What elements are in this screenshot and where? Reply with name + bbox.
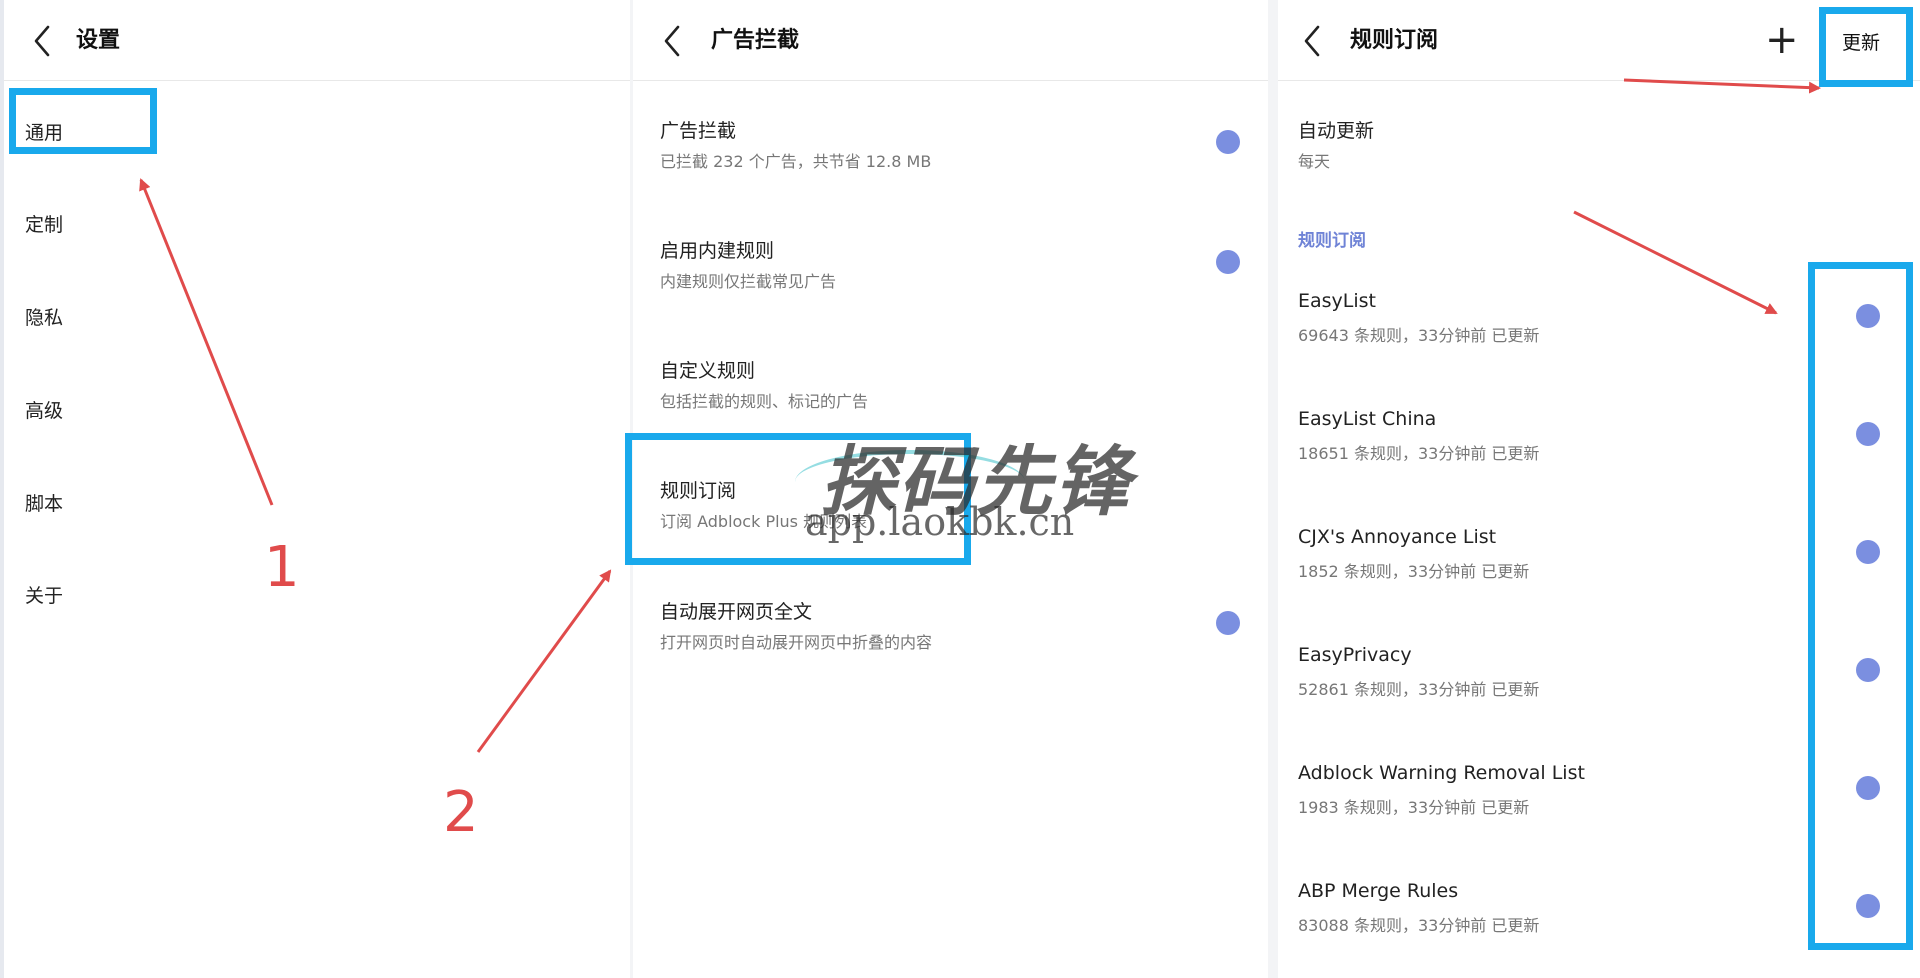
back-icon[interactable] xyxy=(660,24,684,58)
setting-title: 自动更新 xyxy=(1298,120,1375,142)
setting-row-adblock[interactable]: 广告拦截 已拦截 232 个广告，共节省 12.8 MB xyxy=(633,100,1268,210)
nav-item-scripts[interactable]: 脚本 xyxy=(25,489,63,516)
subscription-info: 18651 条规则，33分钟前 已更新 xyxy=(1298,444,1540,463)
auto-update-row[interactable]: 自动更新 每天 xyxy=(1278,100,1920,180)
setting-title: 自动展开网页全文 xyxy=(660,601,813,623)
section-label: 规则订阅 xyxy=(1298,231,1366,251)
subscription-info: 83088 条规则，33分钟前 已更新 xyxy=(1298,916,1540,935)
nav-item-privacy[interactable]: 隐私 xyxy=(25,303,63,330)
subscription-info: 52861 条规则，33分钟前 已更新 xyxy=(1298,680,1540,699)
setting-title: 启用内建规则 xyxy=(660,240,775,262)
toggle-switch[interactable] xyxy=(1216,130,1240,154)
setting-title: 广告拦截 xyxy=(660,120,737,142)
adblock-header: 广告拦截 xyxy=(633,0,1268,81)
nav-item-about[interactable]: 关于 xyxy=(25,581,63,608)
page-title: 规则订阅 xyxy=(1350,28,1439,53)
subscription-name: EasyList China xyxy=(1298,408,1437,430)
step-number-1: 1 xyxy=(264,535,300,600)
settings-header: 设置 xyxy=(4,0,633,81)
setting-value: 每天 xyxy=(1298,152,1331,171)
watermark-url: app.laokbk.cn xyxy=(805,500,1075,544)
panel-divider xyxy=(1268,0,1278,978)
setting-subtitle: 已拦截 232 个广告，共节省 12.8 MB xyxy=(660,152,932,171)
toggle-switch[interactable] xyxy=(1216,250,1240,274)
subscription-name: EasyPrivacy xyxy=(1298,644,1412,666)
setting-subtitle: 打开网页时自动展开网页中折叠的内容 xyxy=(660,633,933,652)
subscription-info: 69643 条规则，33分钟前 已更新 xyxy=(1298,326,1540,345)
nav-item-advanced[interactable]: 高级 xyxy=(25,396,63,423)
toggle-switch[interactable] xyxy=(1216,611,1240,635)
page-title: 广告拦截 xyxy=(711,28,800,53)
highlight-box-update xyxy=(1819,7,1913,87)
setting-title: 自定义规则 xyxy=(660,360,756,382)
plus-icon[interactable]: + xyxy=(1765,20,1799,60)
subscription-info: 1983 条规则，33分钟前 已更新 xyxy=(1298,798,1530,817)
setting-row-builtin-rules[interactable]: 启用内建规则 内建规则仅拦截常见广告 xyxy=(633,220,1268,330)
back-icon[interactable] xyxy=(1300,24,1324,58)
subscription-info: 1852 条规则，33分钟前 已更新 xyxy=(1298,562,1530,581)
page-title: 设置 xyxy=(76,28,121,53)
subscription-name: Adblock Warning Removal List xyxy=(1298,762,1585,784)
subscription-name: ABP Merge Rules xyxy=(1298,880,1459,902)
setting-subtitle: 内建规则仅拦截常见广告 xyxy=(660,272,837,291)
setting-subtitle: 包括拦截的规则、标记的广告 xyxy=(660,392,869,411)
back-icon[interactable] xyxy=(30,24,54,58)
highlight-box-toggles xyxy=(1808,262,1913,950)
step-number-2: 2 xyxy=(443,780,479,845)
setting-row-auto-expand[interactable]: 自动展开网页全文 打开网页时自动展开网页中折叠的内容 xyxy=(633,583,1268,693)
subscription-name: EasyList xyxy=(1298,290,1377,312)
nav-item-customize[interactable]: 定制 xyxy=(25,210,63,237)
highlight-box-general xyxy=(9,88,157,154)
subscription-name: CJX's Annoyance List xyxy=(1298,526,1497,548)
